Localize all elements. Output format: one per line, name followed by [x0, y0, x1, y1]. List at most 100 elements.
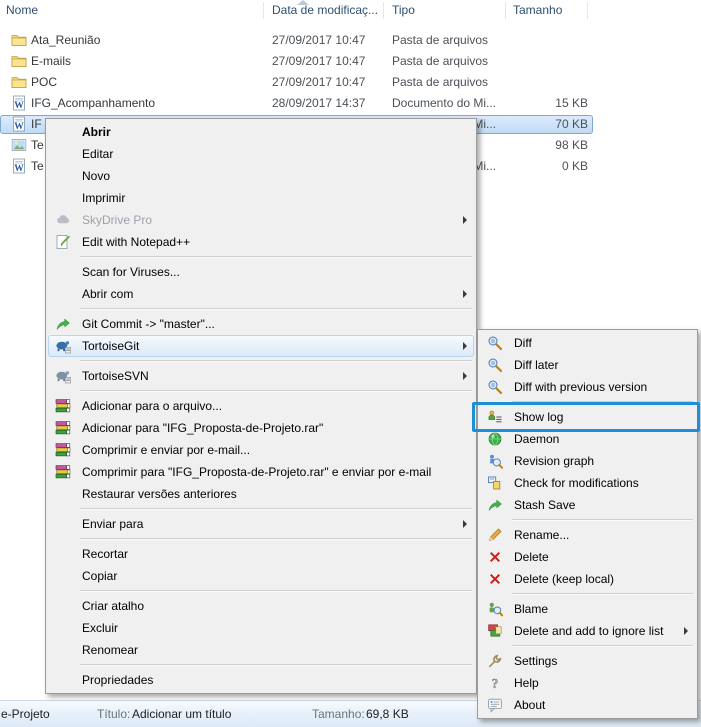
about-icon: [484, 697, 506, 713]
menu-separator: [512, 519, 693, 520]
diff-magnifier-icon: [484, 357, 506, 373]
menu-separator: [80, 308, 472, 309]
column-separator[interactable]: [505, 2, 506, 19]
submenu-arrow-icon: [463, 216, 467, 224]
menu-item-enviar-para[interactable]: Enviar para: [48, 513, 474, 535]
menu-item-imprimir[interactable]: Imprimir: [48, 187, 474, 209]
file-row-poc[interactable]: POC27/09/2017 10:47Pasta de arquivos: [0, 72, 701, 93]
menu-item-label: Excluir: [82, 621, 460, 635]
column-separator[interactable]: [383, 2, 384, 19]
no-icon: [52, 264, 74, 280]
menu-item-diff-with-previous-version[interactable]: Diff with previous version: [480, 376, 695, 398]
menu-item-blame[interactable]: Blame: [480, 598, 695, 620]
menu-item-delete-keep-local[interactable]: Delete (keep local): [480, 568, 695, 590]
file-size: [500, 72, 588, 93]
no-icon: [52, 672, 74, 688]
menu-item-abrir-com[interactable]: Abrir com: [48, 283, 474, 305]
menu-item-git-commit-master[interactable]: Git Commit -> "master"...: [48, 313, 474, 335]
menu-item-renomear[interactable]: Renomear: [48, 639, 474, 661]
column-separator[interactable]: [263, 2, 264, 19]
menu-item-novo[interactable]: Novo: [48, 165, 474, 187]
menu-item-comprimir-para-ifg-proposta-de-projeto-r[interactable]: Comprimir para "IFG_Proposta-de-Projeto.…: [48, 461, 474, 483]
file-date: 27/09/2017 10:47: [272, 51, 380, 72]
menu-separator: [512, 593, 693, 594]
menu-item-adicionar-para-ifg-proposta-de-projeto-r[interactable]: Adicionar para "IFG_Proposta-de-Projeto.…: [48, 417, 474, 439]
menu-item-settings[interactable]: Settings: [480, 650, 695, 672]
menu-item-label: Diff with previous version: [514, 380, 681, 394]
menu-item-label: Help: [514, 676, 681, 690]
svg-text:W: W: [14, 164, 24, 174]
no-icon: [52, 168, 74, 184]
menu-item-label: Criar atalho: [82, 599, 460, 613]
settings-wrench-icon: [484, 653, 506, 669]
column-header-nome[interactable]: Nome: [6, 0, 256, 21]
menu-separator: [80, 590, 472, 591]
tortoisesvn-icon: [52, 368, 74, 384]
menu-item-label: TortoiseGit: [82, 339, 460, 353]
file-row-e-mails[interactable]: E-mails27/09/2017 10:47Pasta de arquivos: [0, 51, 701, 72]
file-row-ifg-acompanhamento[interactable]: WIFG_Acompanhamento28/09/2017 14:37Docum…: [0, 93, 701, 114]
menu-item-label: Diff: [514, 336, 681, 350]
menu-item-label: Copiar: [82, 569, 460, 583]
menu-item-excluir[interactable]: Excluir: [48, 617, 474, 639]
winrar-icon: [52, 420, 74, 436]
no-icon: [52, 124, 74, 140]
menu-item-abrir[interactable]: Abrir: [48, 121, 474, 143]
menu-item-daemon[interactable]: Daemon: [480, 428, 695, 450]
menu-item-delete-and-add-to-ignore-list[interactable]: Delete and add to ignore list: [480, 620, 695, 642]
menu-item-recortar[interactable]: Recortar: [48, 543, 474, 565]
menu-item-comprimir-e-enviar-por-e-mail[interactable]: Comprimir e enviar por e-mail...: [48, 439, 474, 461]
column-header-data[interactable]: Data de modificaç...: [272, 0, 377, 21]
menu-item-tortoisesvn[interactable]: TortoiseSVN: [48, 365, 474, 387]
menu-item-show-log[interactable]: Show log: [480, 406, 695, 428]
delete-x-icon: [484, 549, 506, 565]
menu-separator: [80, 390, 472, 391]
menu-item-edit-with-notepad[interactable]: Edit with Notepad++: [48, 231, 474, 253]
menu-item-label: Comprimir e enviar por e-mail...: [82, 443, 460, 457]
menu-item-revision-graph[interactable]: Revision graph: [480, 450, 695, 472]
sort-indicator-icon[interactable]: [297, 0, 309, 5]
no-icon: [52, 546, 74, 562]
diff-magnifier-icon: [484, 335, 506, 351]
menu-item-stash-save[interactable]: Stash Save: [480, 494, 695, 516]
menu-item-label: Revision graph: [514, 454, 681, 468]
status-size-value: 69,8 KB: [366, 701, 409, 727]
folder-icon: [11, 32, 27, 48]
no-icon: [52, 190, 74, 206]
menu-item-label: Diff later: [514, 358, 681, 372]
menu-item-criar-atalho[interactable]: Criar atalho: [48, 595, 474, 617]
word-doc-icon: W: [11, 158, 27, 174]
menu-item-diff-later[interactable]: Diff later: [480, 354, 695, 376]
menu-item-copiar[interactable]: Copiar: [48, 565, 474, 587]
menu-item-adicionar-para-o-arquivo[interactable]: Adicionar para o arquivo...: [48, 395, 474, 417]
folder-icon: [11, 53, 27, 69]
menu-item-diff[interactable]: Diff: [480, 332, 695, 354]
menu-item-label: Renomear: [82, 643, 460, 657]
menu-item-label: Rename...: [514, 528, 681, 542]
no-icon: [52, 146, 74, 162]
column-separator[interactable]: [587, 2, 588, 19]
menu-item-propriedades[interactable]: Propriedades: [48, 669, 474, 691]
menu-item-delete[interactable]: Delete: [480, 546, 695, 568]
file-name: POC: [31, 72, 261, 93]
menu-item-restaurar-vers-es-anteriores[interactable]: Restaurar versões anteriores: [48, 483, 474, 505]
menu-item-skydrive-pro[interactable]: SkyDrive Pro: [48, 209, 474, 231]
menu-item-label: Edit with Notepad++: [82, 235, 460, 249]
column-header-tamanho[interactable]: Tamanho: [513, 0, 585, 21]
column-header-tipo[interactable]: Tipo: [392, 0, 500, 21]
menu-item-label: Check for modifications: [514, 476, 681, 490]
menu-item-about[interactable]: About: [480, 694, 695, 716]
no-icon: [52, 568, 74, 584]
menu-item-help[interactable]: ?Help: [480, 672, 695, 694]
winrar-icon: [52, 398, 74, 414]
status-title-value[interactable]: Adicionar um título: [132, 701, 231, 727]
menu-item-scan-for-viruses[interactable]: Scan for Viruses...: [48, 261, 474, 283]
no-icon: [52, 620, 74, 636]
menu-item-label: Novo: [82, 169, 460, 183]
menu-item-tortoisegit[interactable]: TortoiseGit: [48, 335, 474, 357]
menu-item-rename[interactable]: Rename...: [480, 524, 695, 546]
menu-item-editar[interactable]: Editar: [48, 143, 474, 165]
menu-separator: [512, 401, 693, 402]
file-row-ata-reuni-o[interactable]: Ata_Reunião27/09/2017 10:47Pasta de arqu…: [0, 30, 701, 51]
menu-item-check-for-modifications[interactable]: Check for modifications: [480, 472, 695, 494]
